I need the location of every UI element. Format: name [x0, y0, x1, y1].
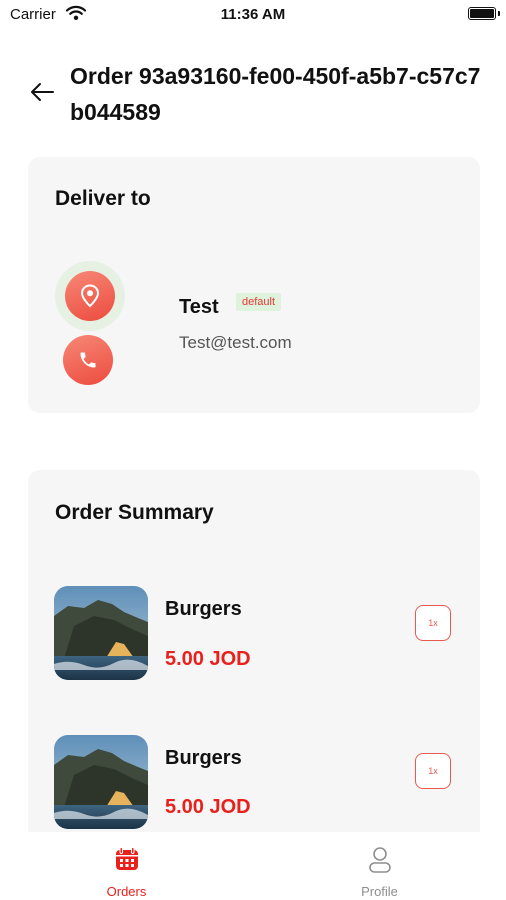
item-price: 5.00 JOD — [165, 796, 251, 818]
back-button[interactable] — [26, 76, 58, 108]
battery-tip — [498, 11, 500, 16]
item-name: Burgers — [165, 598, 242, 620]
page-title: Order 93a93160-fe00-450f-a5b7-c57c7b0445… — [70, 63, 481, 125]
tab-orders[interactable]: Orders — [0, 832, 253, 900]
deliver-title: Deliver to — [55, 187, 151, 210]
tab-profile[interactable]: Profile — [253, 832, 506, 900]
item-name: Burgers — [165, 747, 242, 769]
contact-email: Test@test.com — [179, 333, 292, 352]
status-time: 11:36 AM — [220, 6, 286, 23]
phone-button[interactable] — [63, 335, 113, 385]
item-image — [54, 735, 148, 829]
item-image — [54, 586, 148, 680]
tab-bar: Orders Profile — [0, 832, 506, 900]
tab-profile-label: Profile — [361, 884, 398, 899]
contact-name: Test — [179, 296, 219, 318]
user-icon — [367, 846, 393, 879]
arrow-left-icon — [31, 83, 54, 101]
location-button[interactable] — [65, 271, 115, 321]
tab-orders-label: Orders — [106, 884, 147, 899]
default-badge: default — [236, 293, 282, 311]
deliver-card: Deliver to Test default Test@test.com — [28, 157, 480, 413]
location-pin-icon — [80, 284, 100, 308]
battery-icon — [468, 7, 496, 20]
calendar-icon — [114, 846, 140, 877]
item-price: 5.00 JOD — [165, 648, 251, 670]
order-summary-card: Order Summary Burgers 5.00 JOD 1x Burger… — [28, 470, 480, 870]
phone-icon — [80, 352, 96, 368]
item-quantity-badge: 1x — [415, 753, 451, 789]
order-summary-title: Order Summary — [55, 501, 214, 524]
status-bar: Carrier 11:36 AM — [0, 0, 506, 30]
item-quantity-badge: 1x — [415, 605, 451, 641]
